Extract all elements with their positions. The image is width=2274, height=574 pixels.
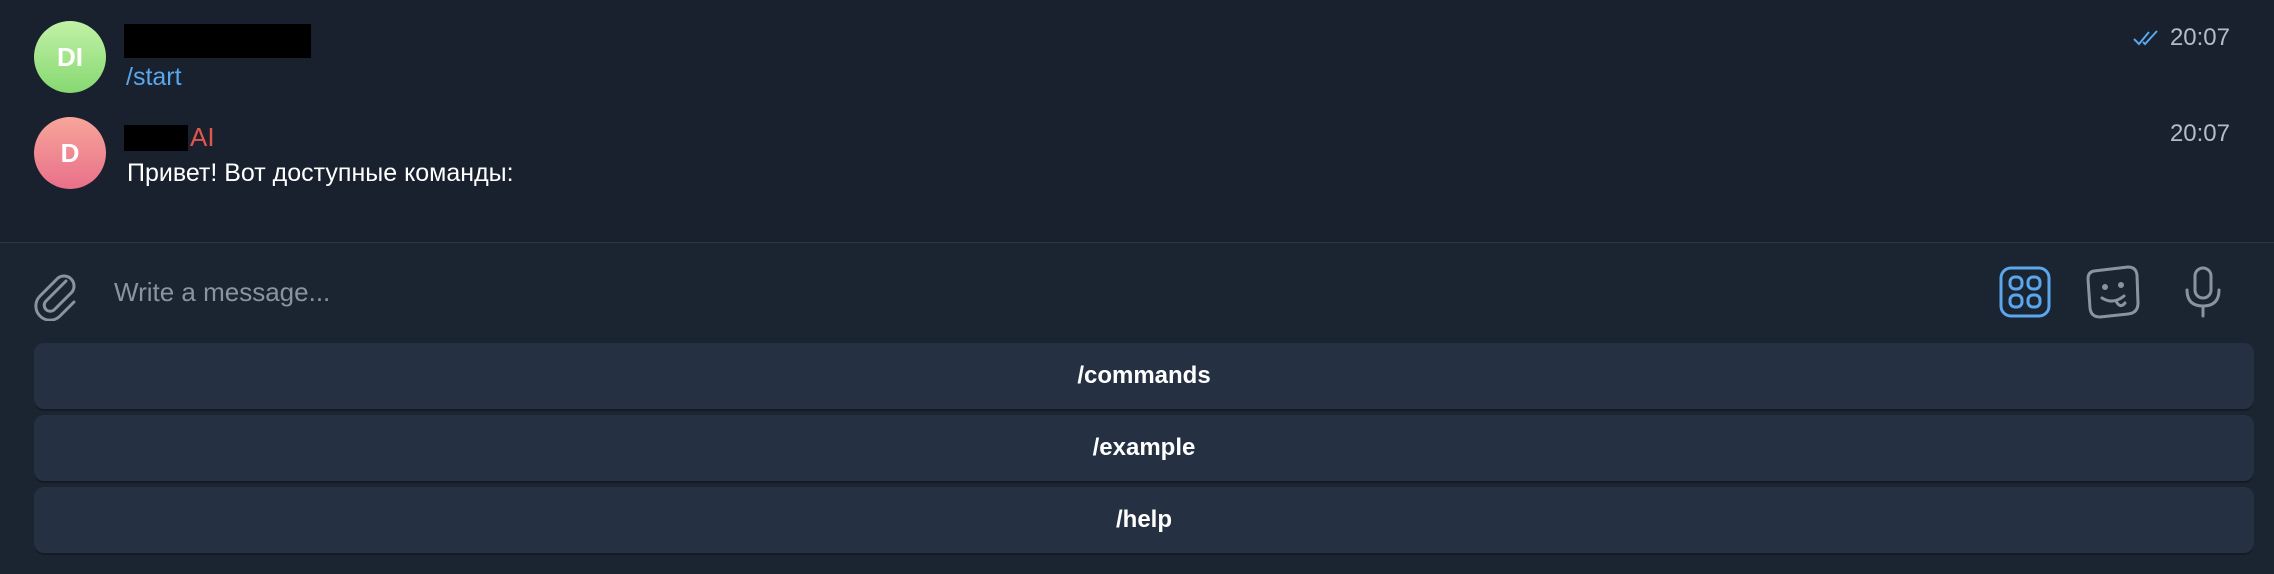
message-text: Привет! Вот доступные команды: — [127, 159, 514, 187]
button-label: /help — [1115, 506, 1172, 533]
message-time: 20:07 — [2169, 120, 2230, 147]
command-button-help[interactable]: /help — [34, 487, 2254, 553]
redacted-name — [124, 24, 311, 58]
command-button-example[interactable]: /example — [34, 415, 2254, 481]
reply-keyboard: /commands /example /help — [34, 343, 2254, 559]
double-check-icon — [2133, 30, 2158, 46]
message-list: DI /start 20:07 D AI Привет! Вот доступн… — [0, 0, 2274, 242]
avatar-initials: DI — [57, 41, 83, 72]
sender-name[interactable] — [124, 24, 311, 58]
button-label: /commands — [1077, 362, 1211, 389]
composer — [0, 243, 2274, 343]
sender-name[interactable]: AI — [124, 120, 215, 154]
message: DI /start 20:07 — [0, 10, 2274, 106]
avatar[interactable]: D — [34, 117, 106, 189]
paperclip-icon[interactable] — [30, 267, 80, 321]
sticker-icon[interactable] — [2086, 265, 2140, 319]
message: D AI Привет! Вот доступные команды: 20:0… — [0, 106, 2274, 202]
message-time: 20:07 — [2169, 24, 2230, 51]
message-meta: 20:07 — [2132, 24, 2230, 52]
chat-window: DI /start 20:07 D AI Привет! Вот доступн… — [0, 0, 2274, 574]
apps-icon[interactable] — [1998, 265, 2052, 319]
sender-name-suffix: AI — [190, 122, 215, 152]
redacted-name — [124, 125, 188, 151]
avatar[interactable]: DI — [34, 21, 106, 93]
microphone-icon[interactable] — [2176, 265, 2230, 319]
message-text-command[interactable]: /start — [126, 60, 182, 94]
message-input[interactable] — [114, 267, 1914, 317]
button-label: /example — [1092, 434, 1196, 461]
avatar-initials: D — [60, 137, 80, 168]
command-button-commands[interactable]: /commands — [34, 343, 2254, 409]
message-meta: 20:07 — [2170, 120, 2230, 148]
